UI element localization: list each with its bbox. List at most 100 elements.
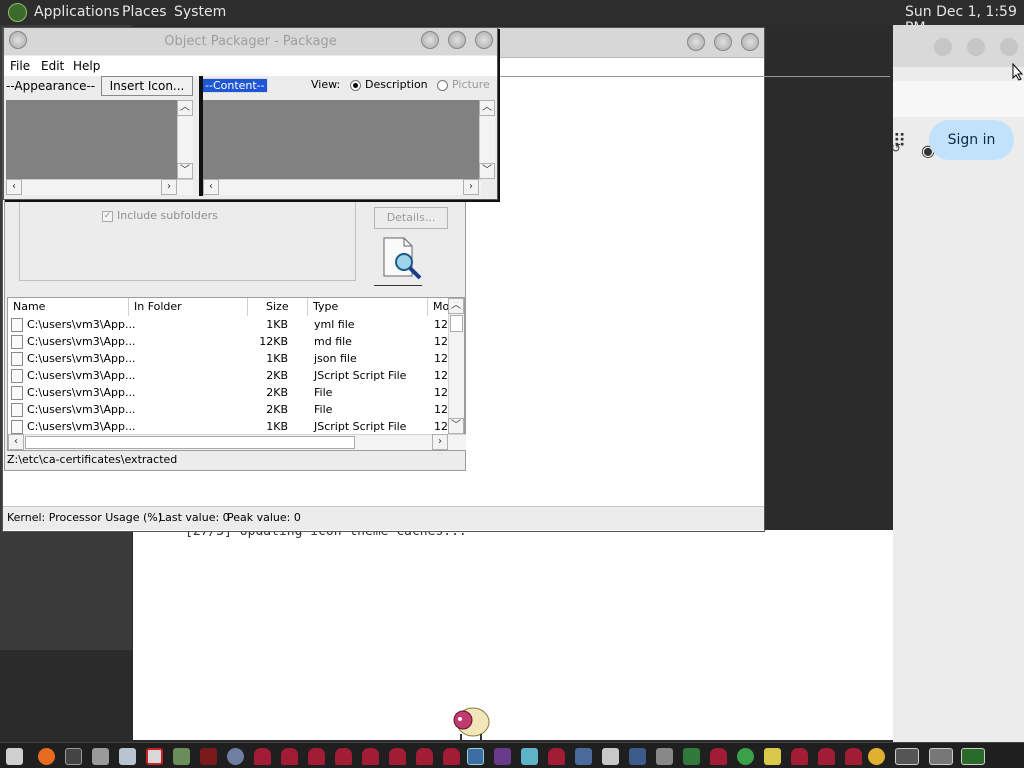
files-icon[interactable] xyxy=(6,748,23,765)
wine-glass-icon[interactable] xyxy=(548,748,565,765)
firefox-icon[interactable] xyxy=(38,748,55,765)
window-menu-button[interactable] xyxy=(9,31,27,49)
scroll-down-icon[interactable]: ﹀ xyxy=(177,163,193,179)
scroll-up-icon[interactable]: ︿ xyxy=(177,100,193,116)
scroll-thumb[interactable] xyxy=(25,436,355,449)
wine-icon[interactable] xyxy=(200,748,217,765)
close-button[interactable] xyxy=(741,33,759,51)
places-menu[interactable]: Places xyxy=(122,4,167,20)
maximize-button[interactable] xyxy=(714,33,732,51)
globe-icon[interactable] xyxy=(737,748,754,765)
menu-help[interactable]: Help xyxy=(73,59,100,73)
scroll-down-icon[interactable]: ﹀ xyxy=(479,163,495,179)
file-manager-icon[interactable] xyxy=(119,748,136,765)
gift-icon[interactable] xyxy=(146,748,163,765)
wine-glass-icon[interactable] xyxy=(443,748,460,765)
table-row[interactable]: C:\users\vm3\App... 1KB JScript Script F… xyxy=(8,418,452,435)
wine-glass-icon[interactable] xyxy=(389,748,406,765)
disk-icon[interactable] xyxy=(602,748,619,765)
appearance-pane[interactable] xyxy=(6,100,177,179)
results-list[interactable]: Name In Folder Size Type Mo C:\users\vm3… xyxy=(7,297,466,451)
scroll-up-icon[interactable]: ︿ xyxy=(479,100,495,116)
globe-icon[interactable] xyxy=(227,748,244,765)
scroll-up-icon[interactable]: ︿ xyxy=(448,298,464,314)
minimize-button[interactable] xyxy=(687,33,705,51)
clapper-icon[interactable] xyxy=(656,748,673,765)
sheep-icon[interactable] xyxy=(868,748,885,765)
speaker-icon[interactable] xyxy=(764,748,781,765)
scroll-right-icon[interactable]: › xyxy=(161,179,177,195)
wine-glass-icon[interactable] xyxy=(308,748,325,765)
table-row[interactable]: C:\users\vm3\App... 2KB File 12/ xyxy=(8,401,452,418)
scroll-right-icon[interactable]: › xyxy=(432,434,448,450)
wine-glass-icon[interactable] xyxy=(254,748,271,765)
cell-type: File xyxy=(314,403,333,416)
table-row[interactable]: C:\users\vm3\App... 1KB json file 12/ xyxy=(8,350,452,367)
minimize-button[interactable] xyxy=(934,38,952,56)
table-row[interactable]: C:\users\vm3\App... 2KB File 12/ xyxy=(8,384,452,401)
column-header-size[interactable]: Size xyxy=(248,298,308,316)
apps-grid-icon[interactable]: ⠿ xyxy=(893,131,906,152)
monitor-icon[interactable] xyxy=(467,748,484,765)
details-button[interactable]: Details... xyxy=(374,207,448,229)
file-icon xyxy=(11,420,23,434)
terminal-icon[interactable] xyxy=(65,748,82,765)
wine-glass-icon[interactable] xyxy=(362,748,379,765)
chart-icon[interactable] xyxy=(575,748,592,765)
column-header-modified[interactable]: Mo xyxy=(428,298,450,316)
window-icon[interactable] xyxy=(961,748,985,765)
package-icon[interactable] xyxy=(494,748,511,765)
content-pane[interactable] xyxy=(203,100,479,179)
scroll-left-icon[interactable]: ‹ xyxy=(8,434,24,450)
picture-icon[interactable] xyxy=(629,748,646,765)
horizontal-scrollbar[interactable]: ‹ › xyxy=(203,179,481,195)
close-button[interactable] xyxy=(475,31,493,49)
folder-icon[interactable] xyxy=(92,748,109,765)
column-header-in-folder[interactable]: In Folder xyxy=(129,298,248,316)
scroll-left-icon[interactable]: ‹ xyxy=(6,179,22,195)
colors-icon[interactable] xyxy=(683,748,700,765)
scroll-down-icon[interactable]: ﹀ xyxy=(448,418,464,434)
notepad-icon[interactable] xyxy=(521,748,538,765)
minimize-button[interactable] xyxy=(421,31,439,49)
wine-glass-icon[interactable] xyxy=(791,748,808,765)
window-icon[interactable] xyxy=(929,748,953,765)
wine-glass-icon[interactable] xyxy=(416,748,433,765)
sign-in-button[interactable]: Sign in xyxy=(929,120,1014,160)
menu-file[interactable]: File xyxy=(10,59,30,73)
table-row[interactable]: C:\users\vm3\App... 1KB yml file 12/ xyxy=(8,316,452,333)
applications-menu[interactable]: Applications xyxy=(34,4,120,20)
horizontal-scrollbar[interactable]: ‹ › xyxy=(6,179,193,195)
system-menu[interactable]: System xyxy=(174,4,226,20)
scroll-left-icon[interactable]: ‹ xyxy=(203,179,219,195)
gnome-foot-icon[interactable] xyxy=(8,3,27,22)
wine-glass-icon[interactable] xyxy=(818,748,835,765)
table-row[interactable]: C:\users\vm3\App... 12KB md file 12/ xyxy=(8,333,452,350)
maximize-button[interactable] xyxy=(448,31,466,49)
file-icon xyxy=(11,386,23,400)
scroll-right-icon[interactable]: › xyxy=(463,179,479,195)
horizontal-scrollbar[interactable]: ‹ › xyxy=(8,434,466,450)
wine-glass-icon[interactable] xyxy=(845,748,862,765)
close-button[interactable] xyxy=(1000,38,1018,56)
window-icon[interactable] xyxy=(895,748,919,765)
column-header-name[interactable]: Name xyxy=(8,298,129,316)
include-subfolders-checkbox[interactable]: ✓ Include subfolders xyxy=(102,209,218,222)
maximize-button[interactable] xyxy=(967,38,985,56)
wine-glass-icon[interactable] xyxy=(281,748,298,765)
vertical-scrollbar[interactable]: ︿ ﹀ xyxy=(448,298,464,436)
wine-glass-icon[interactable] xyxy=(335,748,352,765)
insert-icon-button[interactable]: Insert Icon... xyxy=(101,76,193,96)
wine-glass-icon[interactable] xyxy=(710,748,727,765)
scroll-thumb[interactable] xyxy=(450,315,463,332)
vertical-scrollbar[interactable]: ︿ ﹀ xyxy=(479,100,495,179)
packager-titlebar[interactable]: Object Packager - Package xyxy=(4,28,497,55)
content-label[interactable]: --Content-- xyxy=(202,78,268,93)
vertical-scrollbar[interactable]: ︿ ﹀ xyxy=(177,100,193,179)
column-header-type[interactable]: Type xyxy=(308,298,428,316)
table-row[interactable]: C:\users\vm3\App... 2KB JScript Script F… xyxy=(8,367,452,384)
view-picture-radio[interactable]: Picture xyxy=(437,78,490,91)
menu-edit[interactable]: Edit xyxy=(41,59,64,73)
view-description-radio[interactable]: Description xyxy=(350,78,428,91)
calculator-icon[interactable] xyxy=(173,748,190,765)
